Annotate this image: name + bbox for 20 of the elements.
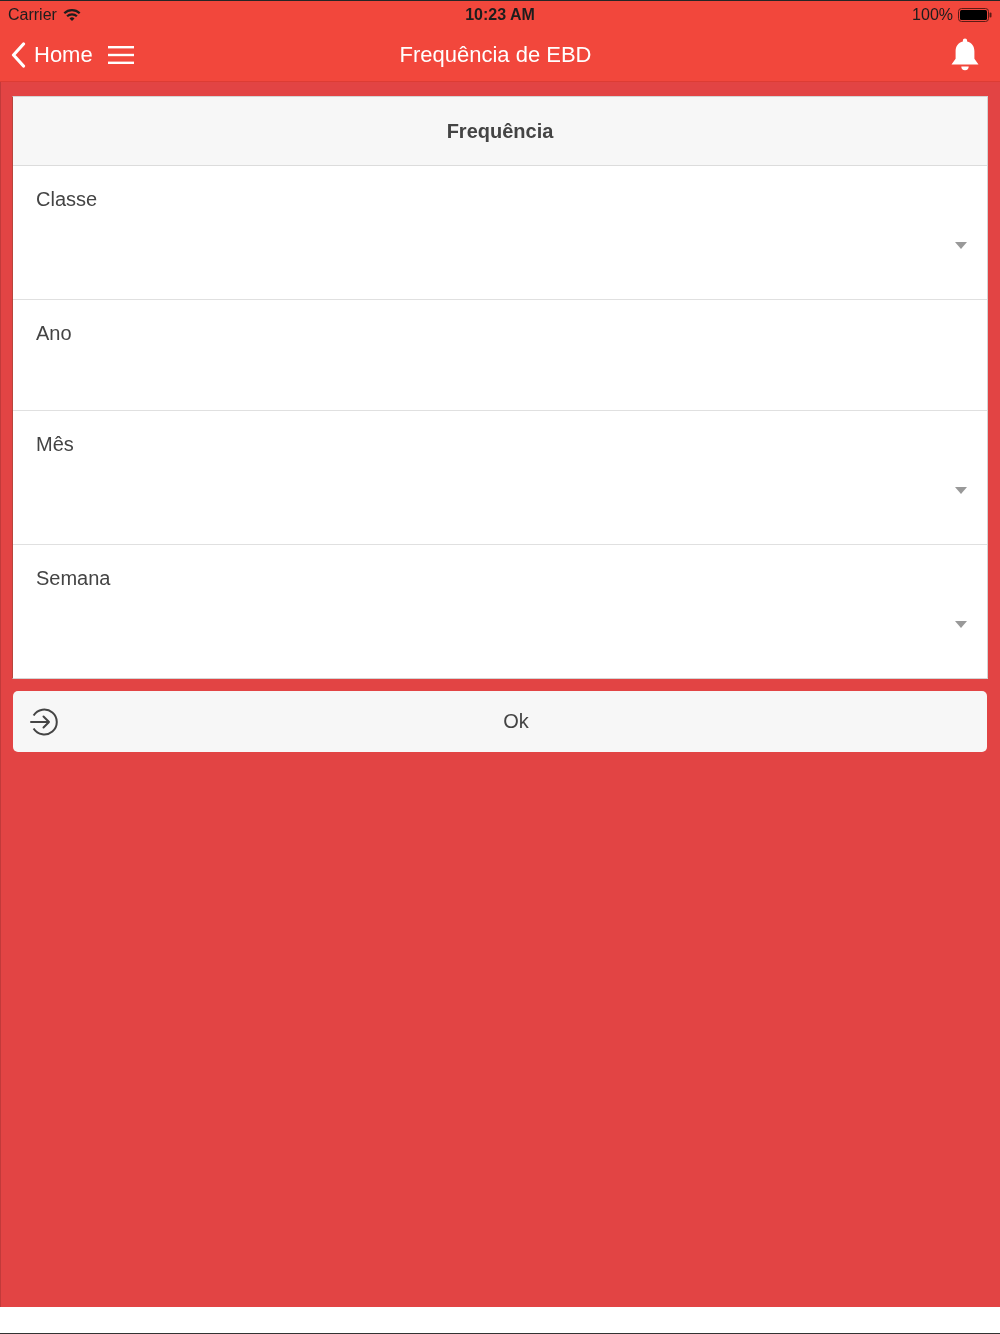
caret-down-icon [955,241,967,249]
login-icon [30,707,58,736]
carrier-label: Carrier [8,5,57,24]
menu-icon[interactable] [107,44,134,65]
battery-icon [958,7,992,22]
ok-button[interactable]: Ok [13,691,987,752]
field-label: Semana [36,566,111,590]
bell-icon[interactable] [950,37,980,72]
page-title: Frequência de EBD [399,41,592,67]
back-button[interactable]: Home [11,41,93,68]
chevron-left-icon [11,41,26,68]
battery-percent: 100% [912,5,953,24]
clock-time: 10:23 AM [465,5,535,23]
field-label: Ano [36,321,72,345]
form-title: Frequência [446,119,554,143]
wifi-icon [62,8,81,21]
field-label: Classe [36,187,98,211]
field-label: Mês [36,432,74,456]
caret-down-icon [955,620,967,628]
caret-down-icon [955,486,967,494]
